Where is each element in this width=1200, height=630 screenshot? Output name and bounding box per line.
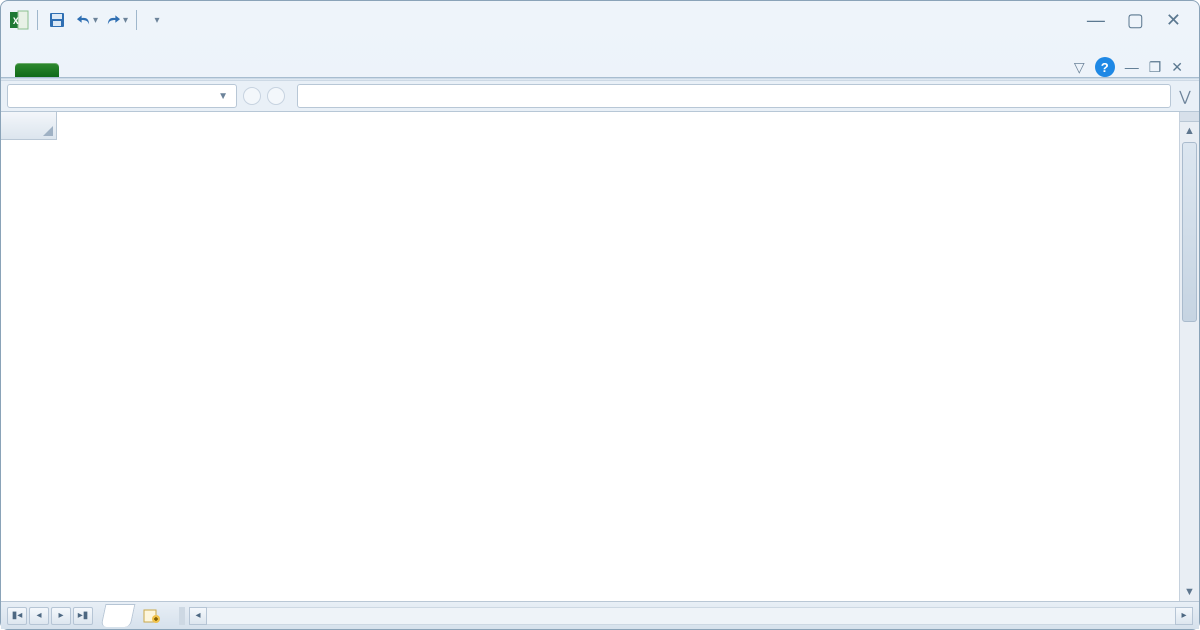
workbook-restore-icon[interactable]: ❐ bbox=[1149, 59, 1162, 76]
scroll-right-icon[interactable]: ▸ bbox=[1175, 607, 1193, 625]
split-handle[interactable] bbox=[1180, 112, 1199, 122]
svg-text:X: X bbox=[13, 14, 19, 27]
app-icon: X bbox=[9, 10, 29, 30]
name-box-dropdown-icon[interactable]: ▼ bbox=[218, 91, 228, 102]
qat-customize[interactable]: ▾ bbox=[145, 9, 167, 31]
select-all-corner[interactable] bbox=[1, 112, 57, 140]
row-headers bbox=[1, 140, 57, 601]
horizontal-scrollbar[interactable]: ◂ ▸ bbox=[179, 607, 1193, 625]
name-box[interactable]: ▼ bbox=[7, 84, 237, 108]
window-controls: — ▢ ✕ bbox=[1087, 10, 1191, 31]
undo-button[interactable]: ▾ bbox=[76, 9, 98, 31]
workbook-minimize-icon[interactable]: — bbox=[1125, 59, 1139, 75]
tab-data[interactable] bbox=[247, 63, 287, 77]
cells-area[interactable] bbox=[57, 140, 1179, 601]
enter-formula-icon[interactable] bbox=[267, 87, 285, 105]
tab-view[interactable] bbox=[327, 63, 367, 77]
sheet-tab-bar: ▮◂ ◂ ▸ ▸▮ ◂ ▸ bbox=[1, 601, 1199, 629]
scroll-up-icon[interactable]: ▲ bbox=[1180, 122, 1199, 140]
sheet-tab-active[interactable] bbox=[101, 604, 136, 627]
tab-page-layout[interactable] bbox=[167, 63, 207, 77]
sheet-nav-first[interactable]: ▮◂ bbox=[7, 607, 27, 625]
tab-home[interactable] bbox=[87, 63, 127, 77]
sheet-nav-next[interactable]: ▸ bbox=[51, 607, 71, 625]
new-sheet-icon[interactable] bbox=[141, 607, 163, 625]
maximize-button[interactable]: ▢ bbox=[1127, 10, 1144, 31]
scroll-down-icon[interactable]: ▼ bbox=[1180, 583, 1199, 601]
scroll-thumb[interactable] bbox=[1182, 142, 1197, 322]
minimize-button[interactable]: — bbox=[1087, 10, 1105, 31]
separator bbox=[136, 10, 137, 30]
workbook-close-icon[interactable]: ✕ bbox=[1171, 59, 1183, 76]
sheet-nav-last[interactable]: ▸▮ bbox=[73, 607, 93, 625]
sheet-nav-prev[interactable]: ◂ bbox=[29, 607, 49, 625]
separator bbox=[37, 10, 38, 30]
worksheet-grid[interactable]: ▲ ▼ bbox=[1, 112, 1199, 601]
ribbon-minimize-icon[interactable]: ▽ bbox=[1074, 59, 1085, 76]
formula-bar-expand-icon[interactable]: ⋁ bbox=[1177, 88, 1193, 105]
quick-access-toolbar: X ▾ ▾ ▾ bbox=[9, 9, 167, 31]
help-icon[interactable]: ? bbox=[1095, 57, 1115, 77]
scroll-left-icon[interactable]: ◂ bbox=[189, 607, 207, 625]
formula-input[interactable] bbox=[297, 84, 1171, 108]
tab-review[interactable] bbox=[287, 63, 327, 77]
tab-insert[interactable] bbox=[127, 63, 167, 77]
title-bar: X ▾ ▾ ▾ — ▢ ✕ bbox=[1, 1, 1199, 39]
cancel-formula-icon[interactable] bbox=[243, 87, 261, 105]
vertical-scrollbar[interactable]: ▲ ▼ bbox=[1179, 112, 1199, 601]
tab-formulas[interactable] bbox=[207, 63, 247, 77]
app-window: X ▾ ▾ ▾ — ▢ ✕ bbox=[0, 0, 1200, 630]
ribbon: ▽ ? — ❐ ✕ bbox=[1, 39, 1199, 77]
formula-bar: ▼ ⋁ bbox=[1, 80, 1199, 112]
tab-split-handle[interactable] bbox=[179, 607, 185, 625]
file-tab[interactable] bbox=[15, 63, 59, 77]
close-button[interactable]: ✕ bbox=[1166, 10, 1181, 31]
save-button[interactable] bbox=[46, 9, 68, 31]
redo-button[interactable]: ▾ bbox=[106, 9, 128, 31]
